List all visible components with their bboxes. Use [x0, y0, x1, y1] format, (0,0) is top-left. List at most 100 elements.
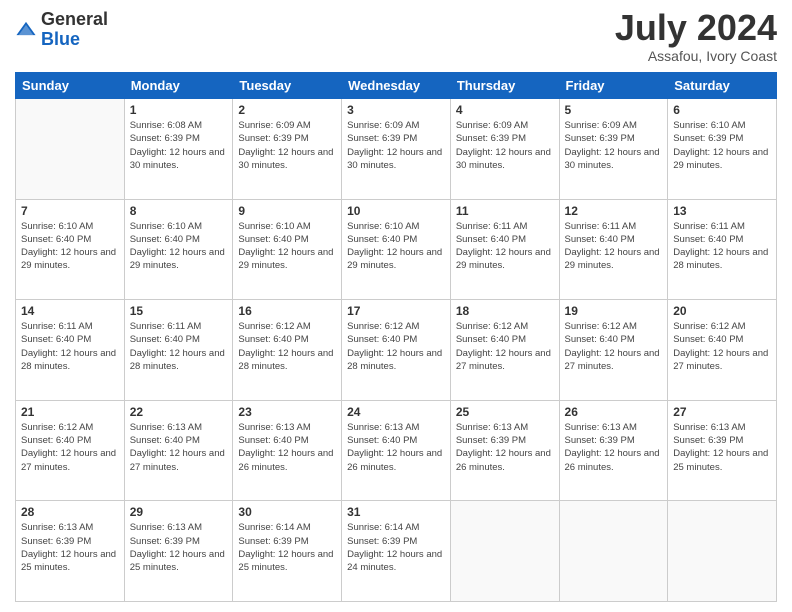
- table-row: 28Sunrise: 6:13 AMSunset: 6:39 PMDayligh…: [16, 501, 125, 602]
- day-info: Sunrise: 6:09 AMSunset: 6:39 PMDaylight:…: [347, 119, 445, 172]
- day-number: 23: [238, 405, 336, 419]
- day-info: Sunrise: 6:13 AMSunset: 6:39 PMDaylight:…: [21, 521, 119, 574]
- day-info: Sunrise: 6:12 AMSunset: 6:40 PMDaylight:…: [347, 320, 445, 373]
- col-monday: Monday: [124, 73, 233, 99]
- day-info: Sunrise: 6:13 AMSunset: 6:40 PMDaylight:…: [238, 421, 336, 474]
- logo-text: General Blue: [41, 10, 108, 50]
- table-row: 11 Sunrise: 6:11 AMSunset: 6:40 PMDayligh…: [450, 199, 559, 300]
- day-number: 19: [565, 304, 663, 318]
- day-info: Sunrise: 6:13 AMSunset: 6:39 PMDaylight:…: [673, 421, 771, 474]
- day-info: Sunrise: 6:13 AMSunset: 6:40 PMDaylight:…: [130, 421, 228, 474]
- calendar-row-3: 21 Sunrise: 6:12 AMSunset: 6:40 PMDayligh…: [16, 400, 777, 501]
- day-number: 27: [673, 405, 771, 419]
- calendar-row-2: 14 Sunrise: 6:11 AMSunset: 6:40 PMDayligh…: [16, 300, 777, 401]
- day-number: 4: [456, 103, 554, 117]
- col-sunday: Sunday: [16, 73, 125, 99]
- day-info: Sunrise: 6:10 AMSunset: 6:40 PMDaylight:…: [238, 220, 336, 273]
- day-number: 31: [347, 505, 445, 519]
- day-info: Sunrise: 6:14 AMSunset: 6:39 PMDaylight:…: [238, 521, 336, 574]
- day-number: 12: [565, 204, 663, 218]
- calendar-row-0: 1 Sunrise: 6:08 AMSunset: 6:39 PMDaylight…: [16, 99, 777, 200]
- table-row: 14 Sunrise: 6:11 AMSunset: 6:40 PMDayligh…: [16, 300, 125, 401]
- col-wednesday: Wednesday: [342, 73, 451, 99]
- location: Assafou, Ivory Coast: [615, 48, 777, 64]
- col-tuesday: Tuesday: [233, 73, 342, 99]
- day-info: Sunrise: 6:12 AMSunset: 6:40 PMDaylight:…: [565, 320, 663, 373]
- day-number: 9: [238, 204, 336, 218]
- day-info: Sunrise: 6:11 AMSunset: 6:40 PMDaylight:…: [456, 220, 554, 273]
- day-number: 6: [673, 103, 771, 117]
- day-info: Sunrise: 6:12 AMSunset: 6:40 PMDaylight:…: [456, 320, 554, 373]
- day-number: 21: [21, 405, 119, 419]
- table-row: 31 Sunrise: 6:14 AMSunset: 6:39 PMDayligh…: [342, 501, 451, 602]
- day-number: 30: [238, 505, 336, 519]
- table-row: 17 Sunrise: 6:12 AMSunset: 6:40 PMDayligh…: [342, 300, 451, 401]
- day-info: Sunrise: 6:11 AMSunset: 6:40 PMDaylight:…: [673, 220, 771, 273]
- calendar-row-4: 28Sunrise: 6:13 AMSunset: 6:39 PMDayligh…: [16, 501, 777, 602]
- day-info: Sunrise: 6:13 AMSunset: 6:39 PMDaylight:…: [456, 421, 554, 474]
- table-row: 21 Sunrise: 6:12 AMSunset: 6:40 PMDayligh…: [16, 400, 125, 501]
- table-row: 24Sunrise: 6:13 AMSunset: 6:40 PMDayligh…: [342, 400, 451, 501]
- table-row: 1 Sunrise: 6:08 AMSunset: 6:39 PMDaylight…: [124, 99, 233, 200]
- day-number: 29: [130, 505, 228, 519]
- col-friday: Friday: [559, 73, 668, 99]
- day-number: 24: [347, 405, 445, 419]
- calendar-row-1: 7 Sunrise: 6:10 AMSunset: 6:40 PMDaylight…: [16, 199, 777, 300]
- col-saturday: Saturday: [668, 73, 777, 99]
- table-row: 3Sunrise: 6:09 AMSunset: 6:39 PMDaylight…: [342, 99, 451, 200]
- table-row: 27 Sunrise: 6:13 AMSunset: 6:39 PMDayligh…: [668, 400, 777, 501]
- table-row: 6Sunrise: 6:10 AMSunset: 6:39 PMDaylight…: [668, 99, 777, 200]
- day-info: Sunrise: 6:13 AMSunset: 6:39 PMDaylight:…: [565, 421, 663, 474]
- day-info: Sunrise: 6:11 AMSunset: 6:40 PMDaylight:…: [21, 320, 119, 373]
- day-number: 17: [347, 304, 445, 318]
- table-row: 18 Sunrise: 6:12 AMSunset: 6:40 PMDayligh…: [450, 300, 559, 401]
- day-info: Sunrise: 6:09 AMSunset: 6:39 PMDaylight:…: [238, 119, 336, 172]
- title-block: July 2024 Assafou, Ivory Coast: [615, 10, 777, 64]
- day-number: 14: [21, 304, 119, 318]
- day-info: Sunrise: 6:12 AMSunset: 6:40 PMDaylight:…: [21, 421, 119, 474]
- day-number: 7: [21, 204, 119, 218]
- table-row: 2Sunrise: 6:09 AMSunset: 6:39 PMDaylight…: [233, 99, 342, 200]
- table-row: 15 Sunrise: 6:11 AMSunset: 6:40 PMDayligh…: [124, 300, 233, 401]
- day-number: 8: [130, 204, 228, 218]
- logo-general: General: [41, 9, 108, 29]
- table-row: 22 Sunrise: 6:13 AMSunset: 6:40 PMDayligh…: [124, 400, 233, 501]
- day-info: Sunrise: 6:13 AMSunset: 6:39 PMDaylight:…: [130, 521, 228, 574]
- table-row: 10 Sunrise: 6:10 AMSunset: 6:40 PMDayligh…: [342, 199, 451, 300]
- col-thursday: Thursday: [450, 73, 559, 99]
- day-info: Sunrise: 6:14 AMSunset: 6:39 PMDaylight:…: [347, 521, 445, 574]
- day-number: 18: [456, 304, 554, 318]
- table-row: [450, 501, 559, 602]
- day-number: 1: [130, 103, 228, 117]
- day-number: 10: [347, 204, 445, 218]
- header: General Blue July 2024 Assafou, Ivory Co…: [15, 10, 777, 64]
- day-number: 15: [130, 304, 228, 318]
- table-row: 13Sunrise: 6:11 AMSunset: 6:40 PMDayligh…: [668, 199, 777, 300]
- day-info: Sunrise: 6:08 AMSunset: 6:39 PMDaylight:…: [130, 119, 228, 172]
- table-row: 12Sunrise: 6:11 AMSunset: 6:40 PMDayligh…: [559, 199, 668, 300]
- day-info: Sunrise: 6:12 AMSunset: 6:40 PMDaylight:…: [673, 320, 771, 373]
- table-row: 19 Sunrise: 6:12 AMSunset: 6:40 PMDayligh…: [559, 300, 668, 401]
- table-row: 9 Sunrise: 6:10 AMSunset: 6:40 PMDaylight…: [233, 199, 342, 300]
- day-number: 26: [565, 405, 663, 419]
- logo-blue: Blue: [41, 29, 80, 49]
- day-info: Sunrise: 6:09 AMSunset: 6:39 PMDaylight:…: [565, 119, 663, 172]
- day-info: Sunrise: 6:12 AMSunset: 6:40 PMDaylight:…: [238, 320, 336, 373]
- day-info: Sunrise: 6:11 AMSunset: 6:40 PMDaylight:…: [130, 320, 228, 373]
- table-row: 30 Sunrise: 6:14 AMSunset: 6:39 PMDayligh…: [233, 501, 342, 602]
- day-number: 16: [238, 304, 336, 318]
- day-number: 22: [130, 405, 228, 419]
- table-row: [668, 501, 777, 602]
- table-row: 25 Sunrise: 6:13 AMSunset: 6:39 PMDayligh…: [450, 400, 559, 501]
- day-info: Sunrise: 6:10 AMSunset: 6:40 PMDaylight:…: [347, 220, 445, 273]
- month-year: July 2024: [615, 10, 777, 46]
- table-row: 23 Sunrise: 6:13 AMSunset: 6:40 PMDayligh…: [233, 400, 342, 501]
- day-number: 5: [565, 103, 663, 117]
- table-row: [559, 501, 668, 602]
- table-row: 5 Sunrise: 6:09 AMSunset: 6:39 PMDaylight…: [559, 99, 668, 200]
- day-number: 25: [456, 405, 554, 419]
- calendar: Sunday Monday Tuesday Wednesday Thursday…: [15, 72, 777, 602]
- table-row: 4Sunrise: 6:09 AMSunset: 6:39 PMDaylight…: [450, 99, 559, 200]
- day-number: 11: [456, 204, 554, 218]
- day-info: Sunrise: 6:10 AMSunset: 6:40 PMDaylight:…: [130, 220, 228, 273]
